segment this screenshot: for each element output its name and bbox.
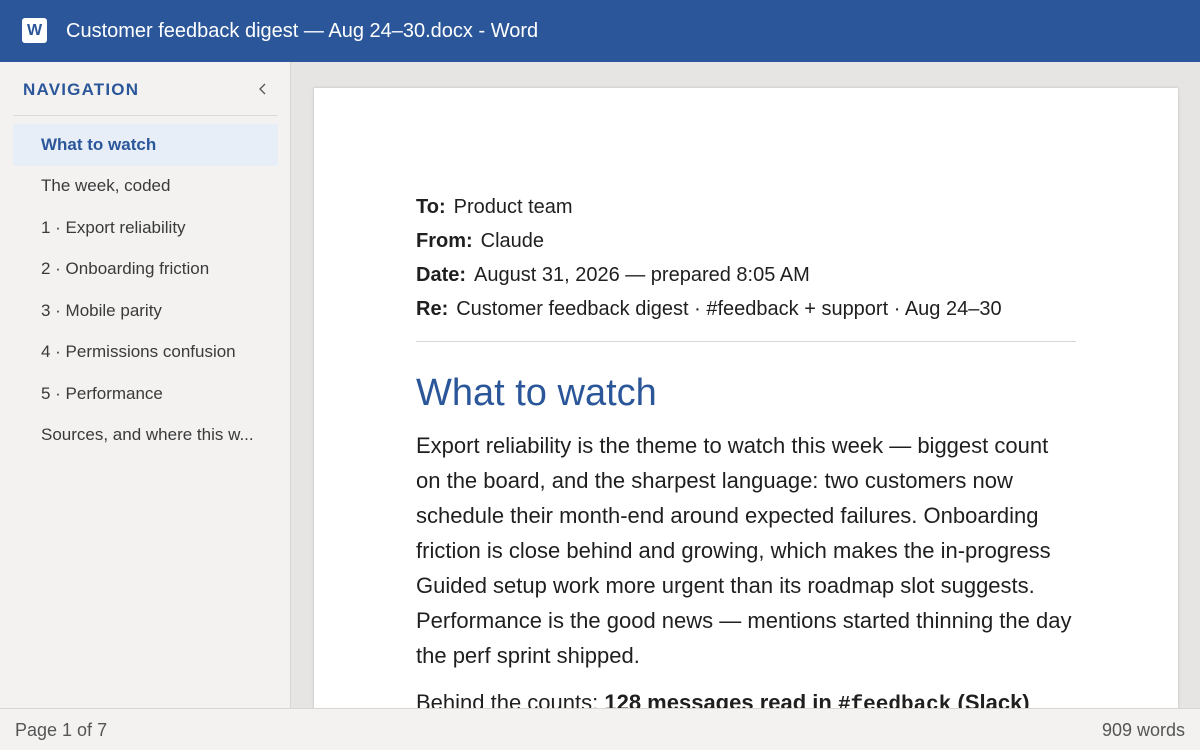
document-body: To: Product team From: Claude Date: August … <box>416 190 1076 708</box>
navigation-header: NAVIGATION <box>23 80 140 99</box>
nav-item-export-reliability[interactable]: 1 · Export reliability <box>13 207 278 249</box>
memo-re-line: Re: Customer feedback digest · #feedback … <box>416 292 1076 326</box>
page-count[interactable]: Page 1 of 7 <box>15 720 107 741</box>
nav-item-sources[interactable]: Sources, and where this w... <box>13 415 278 457</box>
memo-date-label: Date: <box>416 264 467 286</box>
memo-from-line: From: Claude <box>416 224 1076 258</box>
memo-from-label: From: <box>416 230 473 252</box>
memo-divider <box>416 341 1076 342</box>
navigation-pane: NAVIGATION What to watch The week, coded… <box>0 62 291 708</box>
nav-item-permissions-confusion[interactable]: 4 · Permissions confusion <box>13 332 278 374</box>
nav-item-what-to-watch[interactable]: What to watch <box>13 124 278 166</box>
paragraph2-bold: 128 messages read in <box>604 690 838 708</box>
word-count[interactable]: 909 words <box>1102 720 1185 741</box>
paragraph2-bold-end: (Slack) <box>951 690 1030 708</box>
memo-to-line: To: Product team <box>416 190 1076 224</box>
paragraph2-text: Behind the counts: <box>416 690 605 708</box>
collapse-navigation-button[interactable] <box>254 77 272 101</box>
word-app-icon: W <box>22 18 47 43</box>
title-bar: W Customer feedback digest — Aug 24–30.d… <box>0 0 1200 62</box>
window-title: Customer feedback digest — Aug 24–30.doc… <box>66 20 539 42</box>
memo-re-value: Customer feedback digest · #feedback + s… <box>456 298 1002 320</box>
memo-to-label: To: <box>416 196 446 218</box>
memo-date-value: August 31, 2026 — prepared 8:05 AM <box>474 264 810 286</box>
memo-from-value: Claude <box>480 230 545 252</box>
body-paragraph-2: Behind the counts: 128 messages read in … <box>416 685 1076 708</box>
document-canvas: To: Product team From: Claude Date: August … <box>291 62 1200 708</box>
nav-item-week-coded[interactable]: The week, coded <box>13 166 278 208</box>
chevron-left-icon <box>259 83 266 95</box>
memo-date-line: Date: August 31, 2026 — prepared 8:05 AM <box>416 258 1076 292</box>
navigation-list: What to watch The week, coded 1 · Export… <box>13 124 278 456</box>
nav-item-mobile-parity[interactable]: 3 · Mobile parity <box>13 290 278 332</box>
body-paragraph: Export reliability is the theme to watch… <box>416 433 1072 668</box>
document-page[interactable]: To: Product team From: Claude Date: August … <box>314 88 1178 708</box>
nav-item-performance[interactable]: 5 · Performance <box>13 373 278 415</box>
nav-item-onboarding-friction[interactable]: 2 · Onboarding friction <box>13 249 278 291</box>
app-icon-letter: W <box>26 21 43 39</box>
section-heading: What to watch <box>416 372 657 414</box>
memo-re-label: Re: <box>416 298 449 320</box>
navigation-divider <box>13 115 278 116</box>
paragraph2-code: #feedback <box>837 694 952 708</box>
memo-to-value: Product team <box>453 196 573 218</box>
status-bar: Page 1 of 7 909 words <box>0 708 1200 750</box>
